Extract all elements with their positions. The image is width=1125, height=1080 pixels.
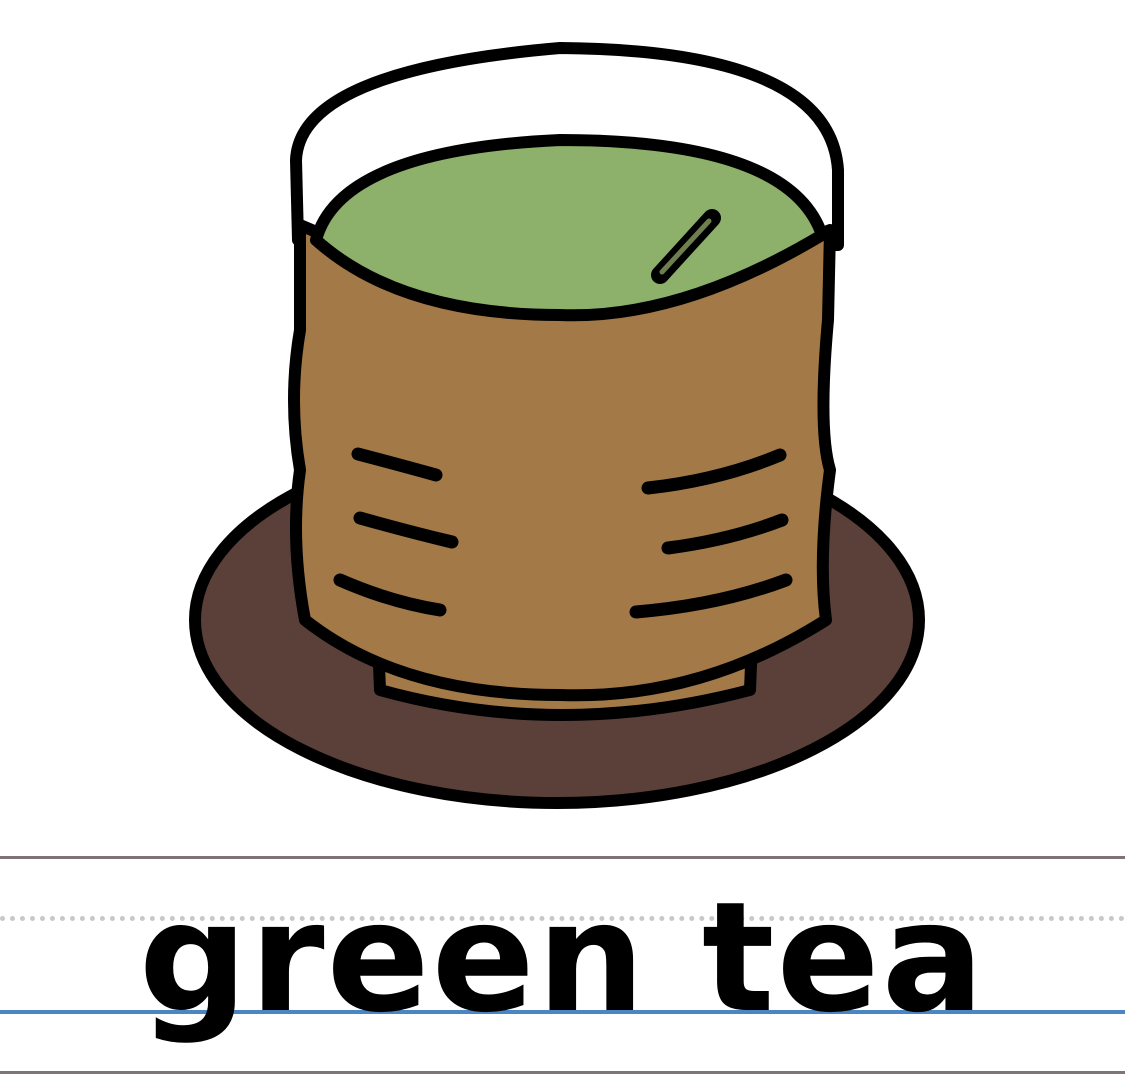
word-label: green tea [138,869,987,1046]
bottom-guide-line [0,1071,1125,1074]
green-tea-illustration [0,0,1125,850]
green-tea-cup-icon [189,42,925,809]
top-guide-line [0,856,1125,859]
handwriting-guide: green tea [0,850,1125,1080]
flash-card: green tea [0,0,1125,1080]
